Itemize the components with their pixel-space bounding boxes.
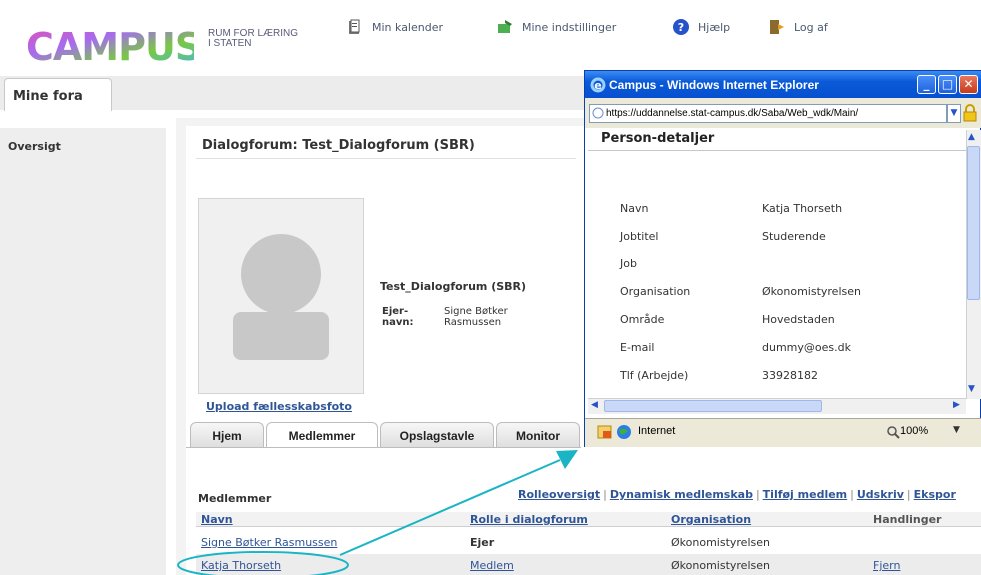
member-role: Ejer <box>470 536 495 549</box>
lock-icon[interactable] <box>963 104 977 122</box>
owner-label-line2: navn: <box>382 317 414 328</box>
member-name-link[interactable]: Katja Thorseth <box>201 559 281 572</box>
zoom-dropdown-icon[interactable]: ▼ <box>953 425 960 435</box>
action-dynamisk-medlemskab[interactable]: Dynamisk medlemskab <box>610 488 753 501</box>
community-photo <box>198 198 364 394</box>
owner-label-line1: Ejer- <box>382 306 409 317</box>
column-header-organisation[interactable]: Organisation <box>671 513 751 526</box>
svg-text:CAMPUS: CAMPUS <box>26 25 194 68</box>
separator: | <box>906 488 911 501</box>
nav-log-af-label: Log af <box>794 20 828 34</box>
avatar-placeholder-icon <box>233 234 329 360</box>
action-rolleoversigt[interactable]: Rolleoversigt <box>518 488 600 501</box>
maximize-button[interactable]: □ <box>938 75 957 94</box>
tab-medlemmer[interactable]: Medlemmer <box>266 422 378 448</box>
owner-value: Signe Bøtker Rasmussen <box>444 306 508 328</box>
field-value: dummy@oes.dk <box>762 341 851 354</box>
title-divider <box>196 158 576 159</box>
owner-label: Ejer- navn: <box>382 306 414 328</box>
member-role-link[interactable]: Medlem <box>470 559 514 572</box>
minimize-button[interactable]: _ <box>917 75 936 94</box>
table-header <box>196 512 981 527</box>
nav-min-kalender[interactable]: Min kalender <box>346 18 443 36</box>
members-heading: Medlemmer <box>198 492 272 505</box>
settings-icon <box>498 20 512 33</box>
help-icon: ? <box>673 19 689 35</box>
sidebar-item-oversigt[interactable]: Oversigt <box>8 140 61 153</box>
member-org: Økonomistyrelsen <box>671 559 770 572</box>
tab-monitor[interactable]: Monitor <box>496 422 580 448</box>
close-button[interactable]: ✕ <box>959 75 978 94</box>
field-value: Hovedstaden <box>762 313 835 326</box>
separator: | <box>603 488 607 501</box>
popup-blocker-icon[interactable] <box>597 424 613 440</box>
page-title: Dialogforum: Test_Dialogforum (SBR) <box>202 138 475 153</box>
nav-hjaelp-label: Hjælp <box>698 20 731 34</box>
calendar-icon <box>349 19 360 34</box>
scroll-up-icon[interactable]: ▲ <box>968 132 975 142</box>
field-label: Job <box>620 257 637 270</box>
scroll-left-icon[interactable]: ◀ <box>591 400 598 410</box>
logout-icon <box>770 20 784 34</box>
page-icon <box>592 107 604 119</box>
zoom-icon[interactable] <box>886 425 900 439</box>
owner-value-line2: Rasmussen <box>444 317 502 328</box>
field-label: Navn <box>620 202 649 215</box>
field-label: Tlf (Arbejde) <box>620 369 689 382</box>
globe-icon <box>617 425 631 439</box>
action-udskriv[interactable]: Udskriv <box>857 488 904 501</box>
zoom-level[interactable]: 100% <box>900 425 928 437</box>
field-value: 33928182 <box>762 369 818 382</box>
member-name-link[interactable]: Signe Bøtker Rasmussen <box>201 536 337 549</box>
table-row <box>196 554 981 575</box>
column-header-handlinger: Handlinger <box>873 513 942 526</box>
sidebar <box>0 128 166 575</box>
tagline-line2: I STATEN <box>208 38 252 49</box>
nav-min-kalender-label: Min kalender <box>372 20 444 34</box>
field-value: Studerende <box>762 230 826 243</box>
field-value: Katja Thorseth <box>762 202 843 215</box>
forum-name: Test_Dialogforum (SBR) <box>380 280 527 293</box>
field-label: Jobtitel <box>620 230 659 243</box>
tab-hjem[interactable]: Hjem <box>190 422 264 448</box>
nav-hjaelp[interactable]: ? Hjælp <box>672 18 730 36</box>
nav-mine-indstillinger-label: Mine indstillinger <box>522 20 617 34</box>
tagline: RUM FOR LÆRING I STATEN <box>208 29 298 49</box>
person-details-title: Person-detaljer <box>601 131 715 146</box>
action-eksport[interactable]: Ekspor <box>914 488 956 501</box>
security-zone: Internet <box>638 425 676 437</box>
vertical-scroll-thumb[interactable] <box>967 146 980 300</box>
tab-mine-fora[interactable]: Mine fora <box>4 78 112 111</box>
remove-member-link[interactable]: Fjern <box>873 559 900 572</box>
window-title: Campus - Windows Internet Explorer <box>609 78 819 92</box>
tab-opslagstavle[interactable]: Opslagstavle <box>380 422 494 448</box>
field-label: E-mail <box>620 341 655 354</box>
nav-log-af[interactable]: Log af <box>768 18 828 36</box>
svg-text:e: e <box>594 79 601 92</box>
member-org: Økonomistyrelsen <box>671 536 770 549</box>
field-value: Økonomistyrelsen <box>762 285 861 298</box>
svg-text:?: ? <box>678 21 684 34</box>
ie-logo-icon: e <box>590 77 606 93</box>
column-header-navn[interactable]: Navn <box>201 513 233 526</box>
upload-photo-link[interactable]: Upload fællesskabsfoto <box>206 400 352 413</box>
horizontal-scroll-thumb[interactable] <box>604 400 822 412</box>
url-field[interactable]: https://uddannelse.stat-campus.dk/Saba/W… <box>589 104 947 123</box>
separator: | <box>755 488 760 501</box>
column-header-rolle[interactable]: Rolle i dialogforum <box>470 513 588 526</box>
owner-value-line1: Signe Bøtker <box>444 306 508 317</box>
campus-logo: CAMPUS <box>26 25 194 68</box>
scroll-right-icon[interactable]: ▶ <box>953 400 960 410</box>
scroll-down-icon[interactable]: ▼ <box>968 384 975 394</box>
tab-underline <box>186 447 581 448</box>
separator: | <box>850 488 854 501</box>
address-dropdown-chevron-icon[interactable]: ▼ <box>947 104 961 123</box>
action-tilfoej-medlem[interactable]: Tilføj medlem <box>763 488 847 501</box>
nav-mine-indstillinger[interactable]: Mine indstillinger <box>496 18 616 36</box>
member-actions: Rolleoversigt | Dynamisk medlemskab | Tilføj… <box>518 488 956 501</box>
field-label: Organisation <box>620 285 691 298</box>
field-label: Område <box>620 313 665 326</box>
